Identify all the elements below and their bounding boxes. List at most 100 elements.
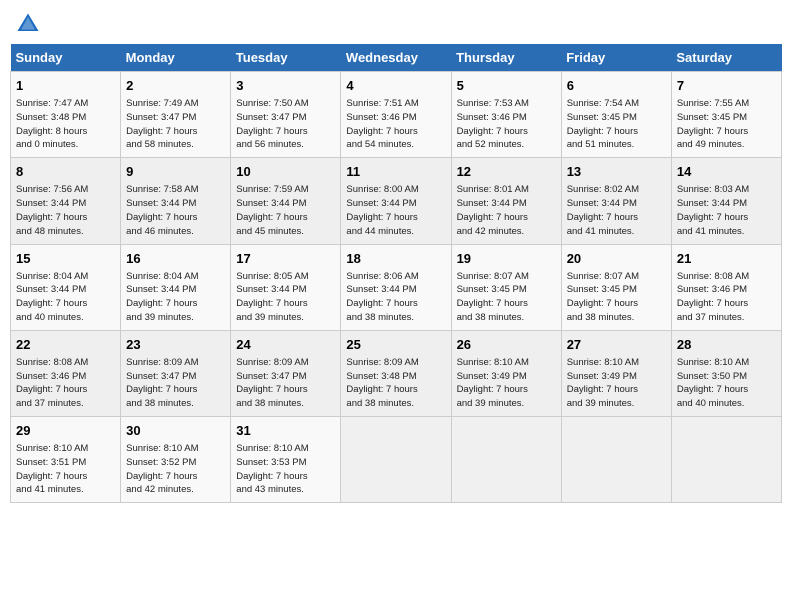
header-cell-wednesday: Wednesday bbox=[341, 44, 451, 72]
header-cell-saturday: Saturday bbox=[671, 44, 781, 72]
calendar-cell: 20Sunrise: 8:07 AMSunset: 3:45 PMDayligh… bbox=[561, 244, 671, 330]
calendar-cell: 16Sunrise: 8:04 AMSunset: 3:44 PMDayligh… bbox=[121, 244, 231, 330]
calendar-cell: 11 Sunrise: 8:00 AMSunset: 3:44 PMDayligh… bbox=[341, 158, 451, 244]
day-info: Sunrise: 7:51 AMSunset: 3:46 PMDaylight:… bbox=[346, 97, 445, 152]
day-info: Sunrise: 8:04 AMSunset: 3:44 PMDaylight:… bbox=[16, 270, 115, 325]
calendar-cell: 10 Sunrise: 7:59 AMSunset: 3:44 PMDayligh… bbox=[231, 158, 341, 244]
day-info: Sunrise: 7:58 AMSunset: 3:44 PMDaylight:… bbox=[126, 183, 225, 238]
calendar-week-0: 1 Sunrise: 7:47 AMSunset: 3:48 PMDaylight… bbox=[11, 72, 782, 158]
calendar-week-2: 15Sunrise: 8:04 AMSunset: 3:44 PMDayligh… bbox=[11, 244, 782, 330]
day-info: Sunrise: 7:49 AMSunset: 3:47 PMDaylight:… bbox=[126, 97, 225, 152]
day-info: Sunrise: 7:47 AMSunset: 3:48 PMDaylight:… bbox=[16, 97, 115, 152]
calendar-cell: 24 Sunrise: 8:09 AMSunset: 3:47 PMDayligh… bbox=[231, 330, 341, 416]
day-number: 20 bbox=[567, 250, 666, 268]
calendar-cell: 9 Sunrise: 7:58 AMSunset: 3:44 PMDaylight… bbox=[121, 158, 231, 244]
day-info: Sunrise: 8:10 AMSunset: 3:52 PMDaylight:… bbox=[126, 442, 225, 497]
day-info: Sunrise: 8:09 AMSunset: 3:47 PMDaylight:… bbox=[236, 356, 335, 411]
calendar-cell: 29 Sunrise: 8:10 AMSunset: 3:51 PMDayligh… bbox=[11, 417, 121, 503]
day-number: 1 bbox=[16, 77, 115, 95]
day-number: 24 bbox=[236, 336, 335, 354]
day-number: 17 bbox=[236, 250, 335, 268]
day-info: Sunrise: 8:00 AMSunset: 3:44 PMDaylight:… bbox=[346, 183, 445, 238]
day-number: 29 bbox=[16, 422, 115, 440]
day-number: 10 bbox=[236, 163, 335, 181]
calendar-week-4: 29 Sunrise: 8:10 AMSunset: 3:51 PMDayligh… bbox=[11, 417, 782, 503]
calendar-cell bbox=[451, 417, 561, 503]
calendar-cell: 26 Sunrise: 8:10 AMSunset: 3:49 PMDayligh… bbox=[451, 330, 561, 416]
day-number: 12 bbox=[457, 163, 556, 181]
day-info: Sunrise: 8:09 AMSunset: 3:47 PMDaylight:… bbox=[126, 356, 225, 411]
day-number: 13 bbox=[567, 163, 666, 181]
calendar-cell: 27 Sunrise: 8:10 AMSunset: 3:49 PMDayligh… bbox=[561, 330, 671, 416]
day-info: Sunrise: 8:10 AMSunset: 3:53 PMDaylight:… bbox=[236, 442, 335, 497]
day-info: Sunrise: 8:10 AMSunset: 3:49 PMDaylight:… bbox=[457, 356, 556, 411]
day-number: 28 bbox=[677, 336, 776, 354]
day-number: 31 bbox=[236, 422, 335, 440]
day-number: 27 bbox=[567, 336, 666, 354]
day-number: 11 bbox=[346, 163, 445, 181]
day-info: Sunrise: 7:56 AMSunset: 3:44 PMDaylight:… bbox=[16, 183, 115, 238]
calendar-cell: 1 Sunrise: 7:47 AMSunset: 3:48 PMDaylight… bbox=[11, 72, 121, 158]
day-number: 25 bbox=[346, 336, 445, 354]
day-number: 5 bbox=[457, 77, 556, 95]
day-info: Sunrise: 7:53 AMSunset: 3:46 PMDaylight:… bbox=[457, 97, 556, 152]
calendar-body: 1 Sunrise: 7:47 AMSunset: 3:48 PMDaylight… bbox=[11, 72, 782, 503]
day-info: Sunrise: 8:01 AMSunset: 3:44 PMDaylight:… bbox=[457, 183, 556, 238]
day-info: Sunrise: 8:09 AMSunset: 3:48 PMDaylight:… bbox=[346, 356, 445, 411]
calendar-cell: 5 Sunrise: 7:53 AMSunset: 3:46 PMDaylight… bbox=[451, 72, 561, 158]
calendar-cell: 21 Sunrise: 8:08 AMSunset: 3:46 PMDayligh… bbox=[671, 244, 781, 330]
calendar-cell: 8 Sunrise: 7:56 AMSunset: 3:44 PMDaylight… bbox=[11, 158, 121, 244]
calendar-cell: 17 Sunrise: 8:05 AMSunset: 3:44 PMDayligh… bbox=[231, 244, 341, 330]
calendar-cell: 18 Sunrise: 8:06 AMSunset: 3:44 PMDayligh… bbox=[341, 244, 451, 330]
calendar-cell: 23 Sunrise: 8:09 AMSunset: 3:47 PMDayligh… bbox=[121, 330, 231, 416]
day-number: 23 bbox=[126, 336, 225, 354]
calendar-cell bbox=[671, 417, 781, 503]
calendar-week-1: 8 Sunrise: 7:56 AMSunset: 3:44 PMDaylight… bbox=[11, 158, 782, 244]
calendar-cell: 6Sunrise: 7:54 AMSunset: 3:45 PMDaylight… bbox=[561, 72, 671, 158]
day-number: 19 bbox=[457, 250, 556, 268]
calendar-week-3: 22 Sunrise: 8:08 AMSunset: 3:46 PMDayligh… bbox=[11, 330, 782, 416]
calendar-cell: 30Sunrise: 8:10 AMSunset: 3:52 PMDayligh… bbox=[121, 417, 231, 503]
day-info: Sunrise: 8:05 AMSunset: 3:44 PMDaylight:… bbox=[236, 270, 335, 325]
day-number: 18 bbox=[346, 250, 445, 268]
logo bbox=[14, 10, 46, 38]
logo-icon bbox=[14, 10, 42, 38]
calendar-cell: 7Sunrise: 7:55 AMSunset: 3:45 PMDaylight… bbox=[671, 72, 781, 158]
calendar-cell bbox=[341, 417, 451, 503]
day-info: Sunrise: 8:10 AMSunset: 3:50 PMDaylight:… bbox=[677, 356, 776, 411]
day-info: Sunrise: 8:08 AMSunset: 3:46 PMDaylight:… bbox=[16, 356, 115, 411]
day-number: 4 bbox=[346, 77, 445, 95]
calendar-cell bbox=[561, 417, 671, 503]
calendar-cell: 2 Sunrise: 7:49 AMSunset: 3:47 PMDaylight… bbox=[121, 72, 231, 158]
calendar-cell: 3 Sunrise: 7:50 AMSunset: 3:47 PMDaylight… bbox=[231, 72, 341, 158]
calendar-cell: 13 Sunrise: 8:02 AMSunset: 3:44 PMDayligh… bbox=[561, 158, 671, 244]
day-info: Sunrise: 8:10 AMSunset: 3:49 PMDaylight:… bbox=[567, 356, 666, 411]
day-number: 9 bbox=[126, 163, 225, 181]
day-number: 7 bbox=[677, 77, 776, 95]
day-info: Sunrise: 7:59 AMSunset: 3:44 PMDaylight:… bbox=[236, 183, 335, 238]
calendar-cell: 22 Sunrise: 8:08 AMSunset: 3:46 PMDayligh… bbox=[11, 330, 121, 416]
day-number: 16 bbox=[126, 250, 225, 268]
calendar-cell: 14Sunrise: 8:03 AMSunset: 3:44 PMDayligh… bbox=[671, 158, 781, 244]
day-info: Sunrise: 8:06 AMSunset: 3:44 PMDaylight:… bbox=[346, 270, 445, 325]
day-number: 6 bbox=[567, 77, 666, 95]
calendar-cell: 25 Sunrise: 8:09 AMSunset: 3:48 PMDayligh… bbox=[341, 330, 451, 416]
day-number: 21 bbox=[677, 250, 776, 268]
day-number: 22 bbox=[16, 336, 115, 354]
day-info: Sunrise: 8:10 AMSunset: 3:51 PMDaylight:… bbox=[16, 442, 115, 497]
calendar-header: SundayMondayTuesdayWednesdayThursdayFrid… bbox=[11, 44, 782, 72]
day-number: 26 bbox=[457, 336, 556, 354]
day-number: 3 bbox=[236, 77, 335, 95]
day-info: Sunrise: 8:07 AMSunset: 3:45 PMDaylight:… bbox=[457, 270, 556, 325]
header-cell-thursday: Thursday bbox=[451, 44, 561, 72]
day-number: 8 bbox=[16, 163, 115, 181]
day-number: 2 bbox=[126, 77, 225, 95]
calendar-cell: 28 Sunrise: 8:10 AMSunset: 3:50 PMDayligh… bbox=[671, 330, 781, 416]
day-info: Sunrise: 8:08 AMSunset: 3:46 PMDaylight:… bbox=[677, 270, 776, 325]
day-info: Sunrise: 8:03 AMSunset: 3:44 PMDaylight:… bbox=[677, 183, 776, 238]
header-cell-sunday: Sunday bbox=[11, 44, 121, 72]
day-info: Sunrise: 8:02 AMSunset: 3:44 PMDaylight:… bbox=[567, 183, 666, 238]
calendar-cell: 15Sunrise: 8:04 AMSunset: 3:44 PMDayligh… bbox=[11, 244, 121, 330]
calendar-cell: 12 Sunrise: 8:01 AMSunset: 3:44 PMDayligh… bbox=[451, 158, 561, 244]
day-info: Sunrise: 7:50 AMSunset: 3:47 PMDaylight:… bbox=[236, 97, 335, 152]
